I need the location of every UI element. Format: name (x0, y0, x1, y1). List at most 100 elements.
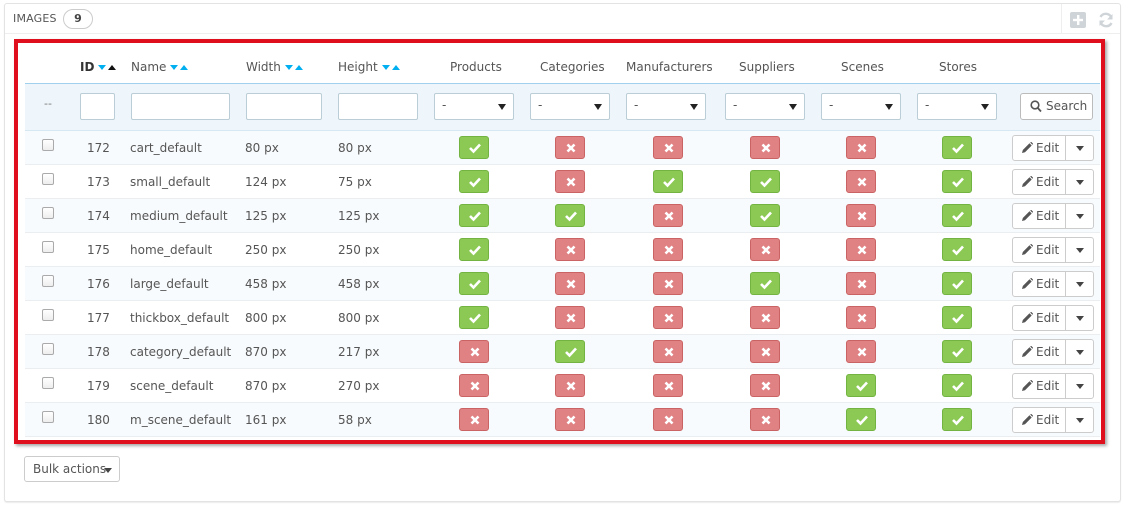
search-button[interactable]: Search (1020, 93, 1093, 120)
status-categories-disabled-icon[interactable] (555, 374, 585, 397)
edit-button[interactable]: Edit (1013, 408, 1066, 432)
status-manufacturers-enabled-icon[interactable] (653, 170, 683, 193)
status-categories-enabled-icon[interactable] (555, 204, 585, 227)
sort-icon[interactable] (170, 61, 189, 75)
status-suppliers-disabled-icon[interactable] (750, 374, 780, 397)
status-suppliers-enabled-icon[interactable] (750, 204, 780, 227)
status-manufacturers-disabled-icon[interactable] (653, 408, 683, 431)
status-stores-enabled-icon[interactable] (942, 136, 972, 159)
status-categories-enabled-icon[interactable] (555, 340, 585, 363)
status-manufacturers-disabled-icon[interactable] (653, 306, 683, 329)
status-categories-disabled-icon[interactable] (555, 272, 585, 295)
status-suppliers-disabled-icon[interactable] (750, 136, 780, 159)
status-products-enabled-icon[interactable] (459, 272, 489, 295)
row-actions-dropdown[interactable] (1067, 340, 1093, 364)
sort-icon[interactable] (381, 61, 400, 75)
status-products-disabled-icon[interactable] (459, 340, 489, 363)
status-stores-enabled-icon[interactable] (942, 306, 972, 329)
filter-products-select[interactable]: - (434, 93, 514, 120)
status-products-enabled-icon[interactable] (459, 204, 489, 227)
row-actions-dropdown[interactable] (1067, 408, 1093, 432)
row-actions-dropdown[interactable] (1067, 136, 1093, 160)
filter-categories-select[interactable]: - (530, 93, 610, 120)
filter-width-input[interactable] (246, 93, 322, 120)
status-scenes-disabled-icon[interactable] (846, 204, 876, 227)
status-products-disabled-icon[interactable] (459, 374, 489, 397)
status-scenes-disabled-icon[interactable] (846, 272, 876, 295)
filter-scenes-select[interactable]: - (821, 93, 901, 120)
status-products-enabled-icon[interactable] (459, 238, 489, 261)
row-checkbox[interactable] (42, 309, 54, 321)
status-stores-enabled-icon[interactable] (942, 272, 972, 295)
edit-button[interactable]: Edit (1013, 170, 1066, 194)
status-products-disabled-icon[interactable] (459, 408, 489, 431)
sort-icon[interactable] (284, 61, 303, 75)
bulk-actions-button[interactable]: Bulk actions (24, 456, 120, 482)
sort-active-icon[interactable] (98, 61, 117, 75)
status-scenes-disabled-icon[interactable] (846, 170, 876, 193)
edit-button[interactable]: Edit (1013, 238, 1066, 262)
status-manufacturers-disabled-icon[interactable] (653, 374, 683, 397)
row-checkbox[interactable] (42, 275, 54, 287)
refresh-icon[interactable] (1097, 11, 1115, 29)
row-actions-dropdown[interactable] (1067, 374, 1093, 398)
status-scenes-disabled-icon[interactable] (846, 136, 876, 159)
filter-stores-select[interactable]: - (917, 93, 997, 120)
add-new-icon[interactable] (1069, 11, 1087, 29)
status-scenes-disabled-icon[interactable] (846, 306, 876, 329)
status-products-enabled-icon[interactable] (459, 306, 489, 329)
status-stores-enabled-icon[interactable] (942, 340, 972, 363)
row-checkbox[interactable] (42, 343, 54, 355)
status-suppliers-enabled-icon[interactable] (750, 170, 780, 193)
status-scenes-enabled-icon[interactable] (846, 374, 876, 397)
col-header-height[interactable]: Height (338, 60, 400, 75)
col-header-id[interactable]: ID (80, 60, 117, 75)
status-suppliers-disabled-icon[interactable] (750, 340, 780, 363)
row-actions-dropdown[interactable] (1067, 204, 1093, 228)
filter-name-input[interactable] (131, 93, 230, 120)
status-suppliers-disabled-icon[interactable] (750, 238, 780, 261)
status-scenes-enabled-icon[interactable] (846, 408, 876, 431)
status-stores-enabled-icon[interactable] (942, 238, 972, 261)
status-scenes-disabled-icon[interactable] (846, 340, 876, 363)
status-scenes-disabled-icon[interactable] (846, 238, 876, 261)
row-actions-dropdown[interactable] (1067, 306, 1093, 330)
filter-manufacturers-select[interactable]: - (626, 93, 706, 120)
status-products-enabled-icon[interactable] (459, 170, 489, 193)
status-suppliers-enabled-icon[interactable] (750, 272, 780, 295)
row-checkbox[interactable] (42, 173, 54, 185)
filter-suppliers-select[interactable]: - (725, 93, 805, 120)
row-actions-dropdown[interactable] (1067, 170, 1093, 194)
row-checkbox[interactable] (42, 411, 54, 423)
edit-button[interactable]: Edit (1013, 272, 1066, 296)
status-suppliers-disabled-icon[interactable] (750, 306, 780, 329)
status-categories-disabled-icon[interactable] (555, 408, 585, 431)
filter-height-input[interactable] (338, 93, 418, 120)
status-suppliers-disabled-icon[interactable] (750, 408, 780, 431)
edit-button[interactable]: Edit (1013, 340, 1066, 364)
status-manufacturers-disabled-icon[interactable] (653, 238, 683, 261)
edit-button[interactable]: Edit (1013, 204, 1066, 228)
edit-button[interactable]: Edit (1013, 136, 1066, 160)
col-header-width[interactable]: Width (246, 60, 303, 75)
status-products-enabled-icon[interactable] (459, 136, 489, 159)
col-header-name[interactable]: Name (131, 60, 189, 75)
status-stores-enabled-icon[interactable] (942, 204, 972, 227)
row-checkbox[interactable] (42, 241, 54, 253)
status-manufacturers-disabled-icon[interactable] (653, 204, 683, 227)
status-manufacturers-disabled-icon[interactable] (653, 136, 683, 159)
row-checkbox[interactable] (42, 377, 54, 389)
row-actions-dropdown[interactable] (1067, 238, 1093, 262)
status-stores-enabled-icon[interactable] (942, 170, 972, 193)
status-stores-enabled-icon[interactable] (942, 408, 972, 431)
status-categories-disabled-icon[interactable] (555, 136, 585, 159)
row-actions-dropdown[interactable] (1067, 272, 1093, 296)
filter-id-input[interactable] (80, 93, 115, 120)
status-manufacturers-disabled-icon[interactable] (653, 272, 683, 295)
status-categories-disabled-icon[interactable] (555, 170, 585, 193)
status-categories-disabled-icon[interactable] (555, 238, 585, 261)
edit-button[interactable]: Edit (1013, 306, 1066, 330)
status-stores-enabled-icon[interactable] (942, 374, 972, 397)
row-checkbox[interactable] (42, 139, 54, 151)
status-categories-disabled-icon[interactable] (555, 306, 585, 329)
